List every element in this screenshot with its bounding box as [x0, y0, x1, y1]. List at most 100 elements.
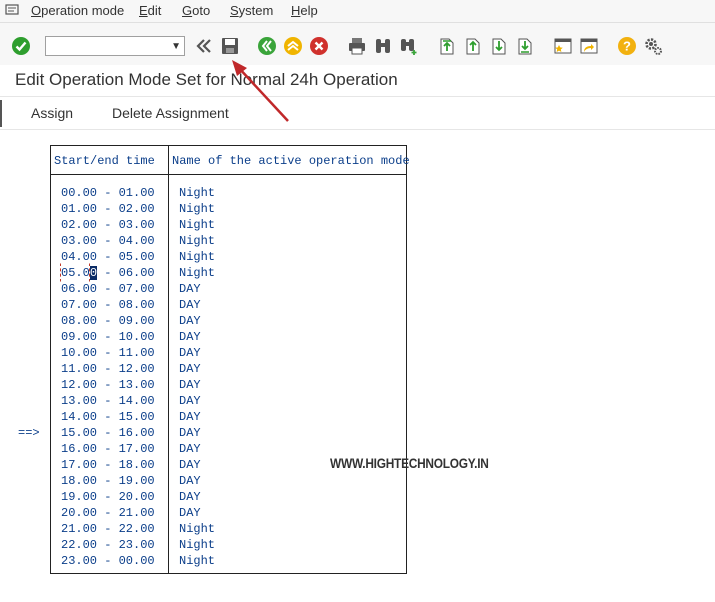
sap-menu-icon[interactable]: [5, 4, 19, 16]
time-cell[interactable]: 20.00 - 21.00: [61, 506, 155, 520]
mode-cell[interactable]: Night: [179, 186, 215, 200]
table-row[interactable]: 14.00 - 15.00 DAY: [51, 410, 406, 426]
delete-assignment-button[interactable]: Delete Assignment: [112, 105, 229, 121]
menu-operation-mode-label: peration mode: [41, 3, 125, 18]
table-row[interactable]: 18.00 - 19.00 DAY: [51, 474, 406, 490]
mode-cell[interactable]: Night: [179, 234, 215, 248]
time-cell[interactable]: 07.00 - 08.00: [61, 298, 155, 312]
command-field[interactable]: ▼: [45, 36, 185, 56]
time-cell[interactable]: 23.00 - 00.00: [61, 554, 155, 568]
previous-page-icon[interactable]: [463, 36, 483, 56]
exit-up-icon[interactable]: [283, 36, 303, 56]
menu-goto[interactable]: Goto: [182, 3, 210, 18]
menu-edit[interactable]: Edit: [139, 3, 161, 18]
settings-gear-icon[interactable]: [643, 36, 663, 56]
mode-cell[interactable]: DAY: [179, 346, 201, 360]
find-binoculars-icon[interactable]: [373, 36, 393, 56]
mode-cell[interactable]: DAY: [179, 378, 201, 392]
table-row[interactable]: 22.00 - 23.00 Night: [51, 538, 406, 554]
time-cell[interactable]: 08.00 - 09.00: [61, 314, 155, 328]
mode-cell[interactable]: Night: [179, 538, 215, 552]
mode-cell[interactable]: Night: [179, 554, 215, 568]
mode-cell[interactable]: DAY: [179, 330, 201, 344]
mode-cell[interactable]: DAY: [179, 442, 201, 456]
mode-cell[interactable]: Night: [179, 202, 215, 216]
time-cell[interactable]: 21.00 - 22.00: [61, 522, 155, 536]
create-session-icon[interactable]: [553, 36, 573, 56]
time-cell[interactable]: 03.00 - 04.00: [61, 234, 155, 248]
print-icon[interactable]: [347, 36, 367, 56]
menu-help[interactable]: Help: [291, 3, 318, 18]
table-row[interactable]: 20.00 - 21.00 DAY: [51, 506, 406, 522]
find-next-binoculars-icon[interactable]: [399, 36, 419, 56]
time-cell[interactable]: 06.00 - 07.00: [61, 282, 155, 296]
table-row[interactable]: 10.00 - 11.00 DAY: [51, 346, 406, 362]
back-green-icon[interactable]: [257, 36, 277, 56]
table-row[interactable]: 21.00 - 22.00 Night: [51, 522, 406, 538]
time-cell[interactable]: 16.00 - 17.00: [61, 442, 155, 456]
mode-cell[interactable]: DAY: [179, 474, 201, 488]
mode-cell[interactable]: DAY: [179, 362, 201, 376]
time-cell[interactable]: 15.00 - 16.00: [61, 426, 155, 440]
mode-cell[interactable]: DAY: [179, 314, 201, 328]
back-double-arrow-icon[interactable]: [194, 36, 214, 56]
mode-cell[interactable]: Night: [179, 250, 215, 264]
table-row[interactable]: 07.00 - 08.00 DAY: [51, 298, 406, 314]
table-row[interactable]: 19.00 - 20.00 DAY: [51, 490, 406, 506]
last-page-icon[interactable]: [515, 36, 535, 56]
mode-cell[interactable]: Night: [179, 522, 215, 536]
table-row[interactable]: 02.00 - 03.00 Night: [51, 218, 406, 234]
time-cell[interactable]: 00.00 - 01.00: [61, 186, 155, 200]
mode-cell[interactable]: Night: [179, 218, 215, 232]
menu-operation-mode[interactable]: Operation mode: [31, 3, 124, 18]
table-row[interactable]: 08.00 - 09.00 DAY: [51, 314, 406, 330]
mode-cell[interactable]: DAY: [179, 410, 201, 424]
table-row[interactable]: 05.00 - 06.00 Night: [51, 263, 406, 282]
time-cell[interactable]: 19.00 - 20.00: [61, 490, 155, 504]
mode-cell[interactable]: DAY: [179, 426, 201, 440]
table-row[interactable]: 03.00 - 04.00 Night: [51, 234, 406, 250]
time-cell[interactable]: 17.00 - 18.00: [61, 458, 155, 472]
time-cell[interactable]: 09.00 - 10.00: [61, 330, 155, 344]
mode-cell[interactable]: DAY: [179, 394, 201, 408]
mode-cell[interactable]: DAY: [179, 282, 201, 296]
table-row[interactable]: 13.00 - 14.00 DAY: [51, 394, 406, 410]
next-page-icon[interactable]: [489, 36, 509, 56]
cancel-red-icon[interactable]: [309, 36, 329, 56]
mode-cell[interactable]: DAY: [179, 506, 201, 520]
table-row[interactable]: 11.00 - 12.00 DAY: [51, 362, 406, 378]
text-caret: 0: [89, 266, 98, 280]
time-cell[interactable]: 01.00 - 02.00: [61, 202, 155, 216]
time-cell[interactable]: 14.00 - 15.00: [61, 410, 155, 424]
table-row[interactable]: 15.00 - 16.00 DAY: [51, 426, 406, 442]
chevron-down-icon[interactable]: ▼: [171, 41, 181, 52]
time-cell[interactable]: 02.00 - 03.00: [61, 218, 155, 232]
mode-cell[interactable]: DAY: [179, 298, 201, 312]
assign-button[interactable]: Assign: [31, 105, 73, 121]
menu-edit-label: dit: [147, 3, 162, 18]
time-cell[interactable]: 13.00 - 14.00: [61, 394, 155, 408]
table-row[interactable]: 12.00 - 13.00 DAY: [51, 378, 406, 394]
mode-cell[interactable]: DAY: [179, 490, 201, 504]
table-row[interactable]: 09.00 - 10.00 DAY: [51, 330, 406, 346]
table-row[interactable]: 00.00 - 01.00 Night: [51, 186, 406, 202]
table-row[interactable]: 06.00 - 07.00 DAY: [51, 282, 406, 298]
mode-cell[interactable]: DAY: [179, 458, 201, 472]
help-icon[interactable]: ?: [617, 36, 637, 56]
time-cell[interactable]: 22.00 - 23.00: [61, 538, 155, 552]
enter-check-icon[interactable]: [11, 36, 31, 56]
time-cell[interactable]: 18.00 - 19.00: [61, 474, 155, 488]
operation-mode-table: Start/end time Name of the active operat…: [50, 145, 410, 574]
mode-cell[interactable]: Night: [179, 266, 215, 280]
table-row[interactable]: 01.00 - 02.00 Night: [51, 202, 406, 218]
time-cell[interactable]: 12.00 - 13.00: [61, 378, 155, 392]
table-row[interactable]: 04.00 - 05.00 Night: [51, 250, 406, 266]
time-cell[interactable]: 10.00 - 11.00: [61, 346, 155, 360]
first-page-icon[interactable]: [437, 36, 457, 56]
table-row[interactable]: 23.00 - 00.00 Night: [51, 554, 406, 570]
time-cell[interactable]: 04.00 - 05.00: [61, 250, 155, 264]
generate-shortcut-icon[interactable]: [579, 36, 599, 56]
time-cell[interactable]: 11.00 - 12.00: [61, 362, 155, 376]
menu-system[interactable]: System: [230, 3, 273, 18]
save-icon[interactable]: [220, 36, 240, 56]
